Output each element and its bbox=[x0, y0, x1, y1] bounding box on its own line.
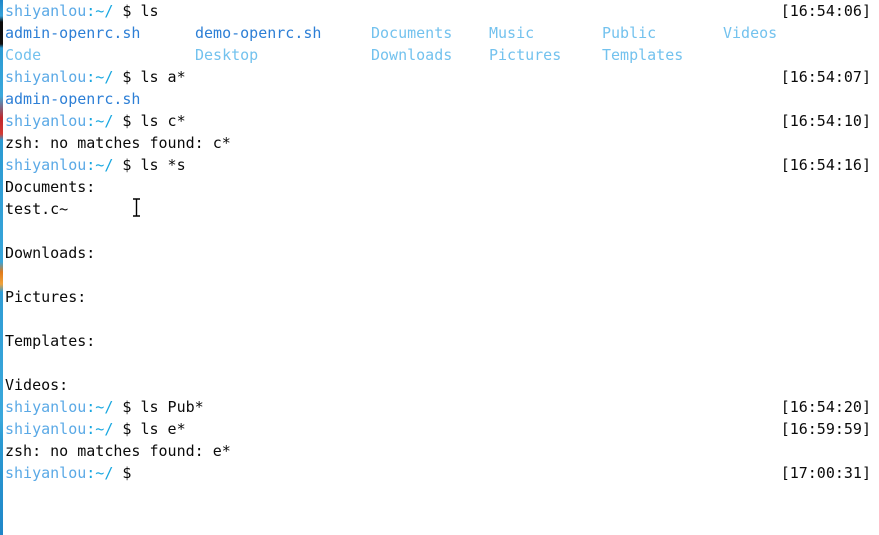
command-text[interactable]: ls bbox=[131, 2, 158, 20]
command-text[interactable]: ls c* bbox=[131, 112, 185, 130]
command-timestamp: [17:00:31] bbox=[780, 464, 871, 482]
directory-entry: Music bbox=[489, 24, 535, 42]
error-message: zsh: no matches found: e* bbox=[5, 442, 231, 460]
terminal-prompt-line[interactable]: shiyanlou:~/ $ ls c* [16:54:10] bbox=[5, 110, 879, 132]
directory-entry: Downloads bbox=[371, 46, 453, 64]
output-text: admin-openrc.sh bbox=[5, 90, 141, 108]
output-text: Downloads: bbox=[5, 244, 96, 262]
file-entry: demo-openrc.sh bbox=[195, 24, 322, 42]
terminal-prompt-line[interactable]: shiyanlou:~/ $ ls a* [16:54:07] bbox=[5, 66, 879, 88]
command-text[interactable]: ls a* bbox=[131, 68, 185, 86]
prompt-host: shiyanlou bbox=[5, 420, 87, 438]
terminal-prompt-line[interactable]: shiyanlou:~/ $ ls e* [16:59:59] bbox=[5, 418, 879, 440]
command-timestamp: [16:54:16] bbox=[780, 156, 871, 174]
prompt-host: shiyanlou bbox=[5, 2, 87, 20]
prompt-path: :~/ bbox=[86, 68, 114, 86]
directory-entry: Public bbox=[602, 24, 657, 42]
prompt-path: :~/ bbox=[86, 156, 114, 174]
file-entry: admin-openrc.sh bbox=[5, 24, 141, 42]
prompt-host: shiyanlou bbox=[5, 112, 87, 130]
prompt-host: shiyanlou bbox=[5, 68, 87, 86]
terminal-output-line: Templates: bbox=[5, 330, 879, 352]
terminal-prompt-line[interactable]: shiyanlou:~/ $ ls *s [16:54:16] bbox=[5, 154, 879, 176]
terminal-prompt-line[interactable]: shiyanlou:~/ $ ls Pub* [16:54:20] bbox=[5, 396, 879, 418]
directory-entry: Templates bbox=[602, 46, 684, 64]
command-timestamp: [16:54:07] bbox=[780, 68, 871, 86]
terminal-output-line: Videos: bbox=[5, 374, 879, 396]
terminal-prompt-line[interactable]: shiyanlou:~/ $ ls [16:54:06] bbox=[5, 0, 879, 22]
terminal-output-line: Pictures: bbox=[5, 286, 879, 308]
terminal-output-line: test.c~ bbox=[5, 198, 879, 220]
output-text: Videos: bbox=[5, 376, 69, 394]
terminal-edge-stripe bbox=[0, 0, 3, 535]
prompt-host: shiyanlou bbox=[5, 156, 87, 174]
directory-entry: Code bbox=[5, 46, 42, 64]
prompt-path: :~/ bbox=[86, 398, 114, 416]
error-message: zsh: no matches found: c* bbox=[5, 134, 231, 152]
terminal-output-line: zsh: no matches found: c* bbox=[5, 132, 879, 154]
output-text: Pictures: bbox=[5, 288, 87, 306]
terminal-screen[interactable]: shiyanlou:~/ $ ls [16:54:06] admin-openrc.… bbox=[5, 0, 879, 535]
output-text: test.c~ bbox=[5, 200, 69, 218]
directory-entry: Pictures bbox=[489, 46, 562, 64]
command-text[interactable]: ls e* bbox=[131, 420, 185, 438]
prompt-path: :~/ bbox=[86, 464, 114, 482]
output-text: Documents: bbox=[5, 178, 96, 196]
command-text[interactable]: ls Pub* bbox=[131, 398, 203, 416]
command-timestamp: [16:59:59] bbox=[780, 420, 871, 438]
terminal-window[interactable]: shiyanlou:~/ $ ls [16:54:06] admin-openrc.… bbox=[0, 0, 879, 535]
command-timestamp: [16:54:10] bbox=[780, 112, 871, 130]
terminal-output-line: Downloads: bbox=[5, 242, 879, 264]
prompt-path: :~/ bbox=[86, 2, 114, 20]
prompt-path: :~/ bbox=[86, 112, 114, 130]
prompt-host: shiyanlou bbox=[5, 398, 87, 416]
terminal-output-line: Documents: bbox=[5, 176, 879, 198]
directory-entry: Videos bbox=[723, 24, 778, 42]
command-text[interactable]: ls *s bbox=[131, 156, 185, 174]
command-timestamp: [16:54:06] bbox=[780, 2, 871, 20]
directory-entry: Desktop bbox=[195, 46, 259, 64]
ls-output-row: admin-openrc.sh demo-openrc.sh Documents Mu… bbox=[5, 22, 879, 44]
prompt-path: :~/ bbox=[86, 420, 114, 438]
prompt-host: shiyanlou bbox=[5, 464, 87, 482]
directory-entry: Documents bbox=[371, 24, 453, 42]
prompt-symbol: $ bbox=[122, 464, 132, 482]
ls-output-row: Code Desktop Downloads Pictures Templates bbox=[5, 44, 879, 66]
terminal-prompt-line[interactable]: shiyanlou:~/ $ [17:00:31] bbox=[5, 462, 879, 484]
terminal-output-line: zsh: no matches found: e* bbox=[5, 440, 879, 462]
command-timestamp: [16:54:20] bbox=[780, 398, 871, 416]
output-text: Templates: bbox=[5, 332, 96, 350]
terminal-output-line: admin-openrc.sh bbox=[5, 88, 879, 110]
